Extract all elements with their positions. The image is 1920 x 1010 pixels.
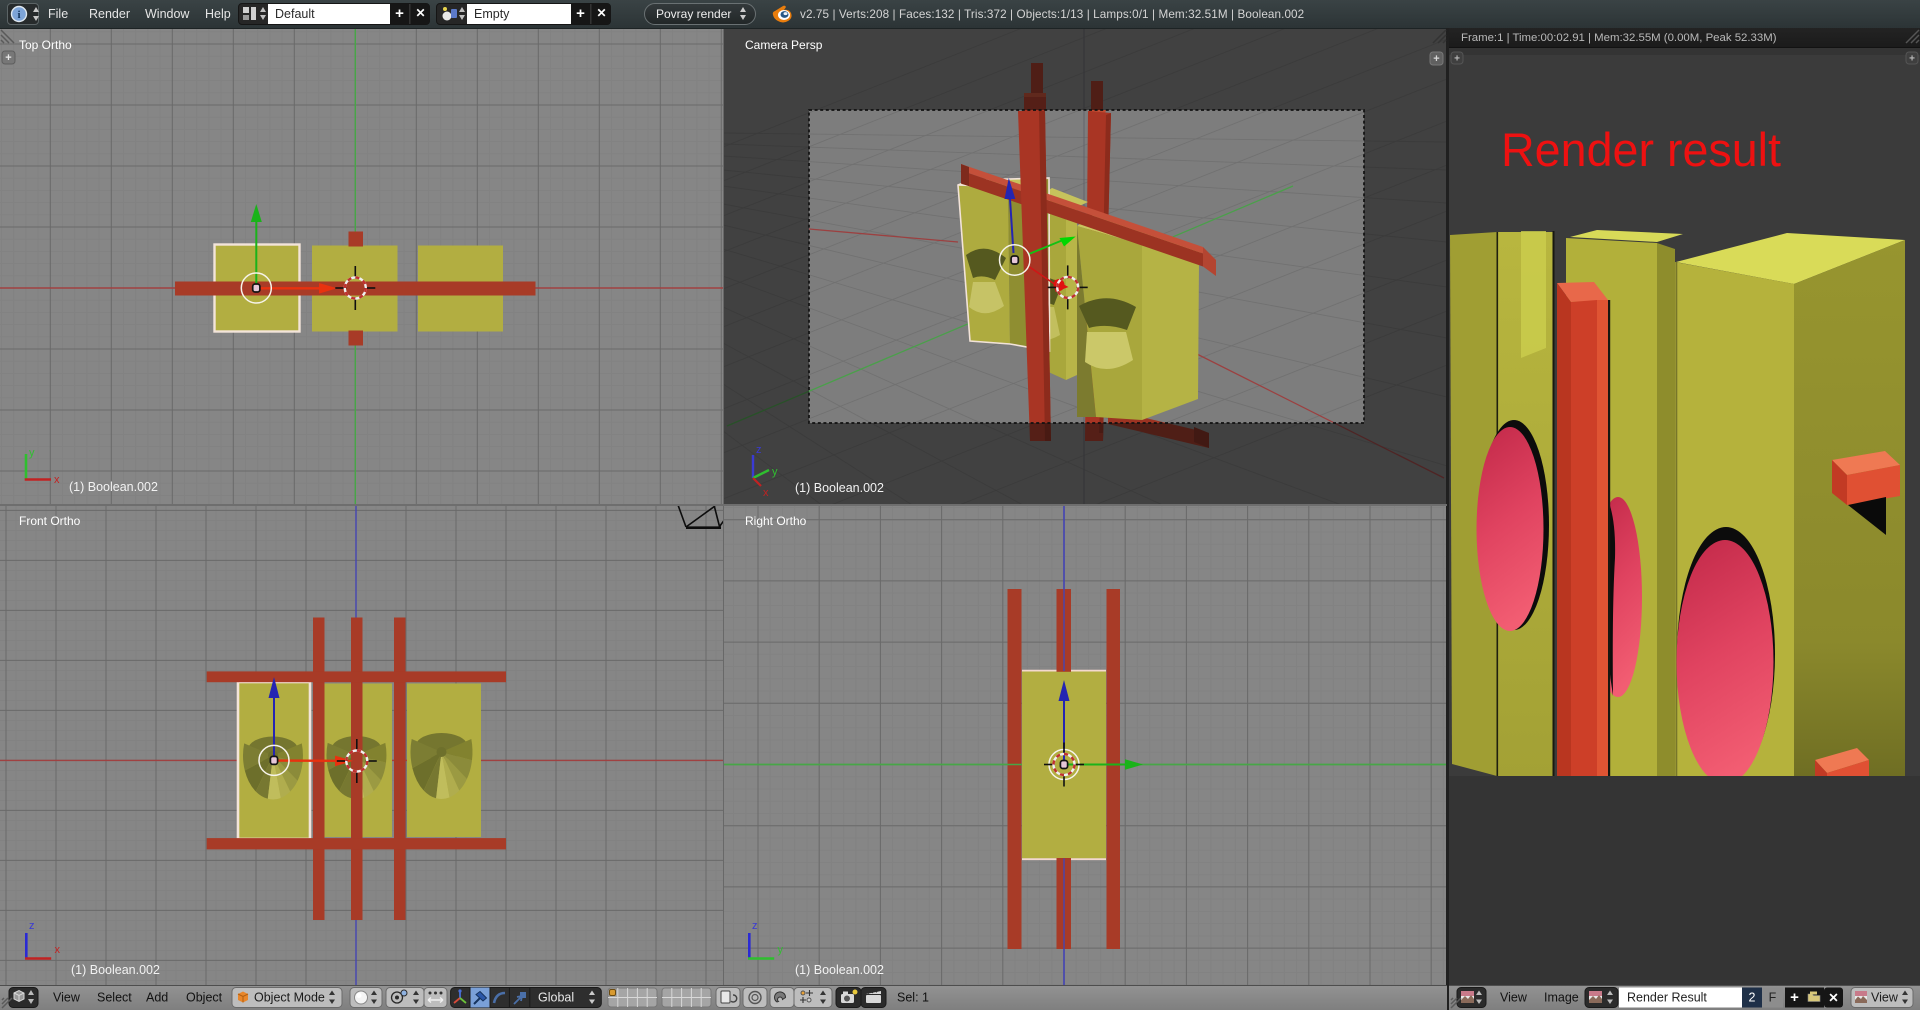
svg-text:i: i — [17, 9, 20, 21]
svg-text:Image: Image — [1544, 991, 1579, 1005]
svg-text:z: z — [756, 444, 762, 456]
svg-text:Sel: 1: Sel: 1 — [897, 991, 929, 1005]
svg-text:View: View — [53, 991, 81, 1005]
svg-text:View: View — [1871, 991, 1899, 1005]
svg-text:(1) Boolean.002: (1) Boolean.002 — [795, 481, 884, 495]
svg-text:F: F — [1769, 991, 1777, 1005]
svg-text:y: y — [772, 466, 778, 478]
svg-text:+: + — [1433, 53, 1439, 65]
svg-text:Object: Object — [186, 991, 223, 1005]
svg-text:z: z — [29, 920, 35, 932]
svg-text:✕: ✕ — [1828, 991, 1838, 1005]
svg-text:Camera Persp: Camera Persp — [745, 38, 823, 52]
svg-text:z: z — [752, 920, 758, 932]
svg-text:Right Ortho: Right Ortho — [745, 514, 807, 528]
svg-text:x: x — [763, 487, 769, 499]
svg-text:(1) Boolean.002: (1) Boolean.002 — [71, 963, 160, 977]
svg-text:y: y — [778, 944, 784, 956]
svg-text:x: x — [54, 474, 60, 486]
svg-text:Object Mode: Object Mode — [254, 991, 325, 1005]
svg-text:+: + — [1790, 989, 1799, 1006]
svg-text:+: + — [5, 52, 11, 64]
svg-text:Top Ortho: Top Ortho — [19, 38, 72, 52]
svg-text:Global: Global — [538, 991, 574, 1005]
svg-text:y: y — [29, 447, 35, 459]
svg-text:x: x — [55, 944, 61, 956]
svg-text:2: 2 — [1749, 991, 1756, 1005]
svg-text:View: View — [1500, 991, 1528, 1005]
svg-text:+: + — [1454, 54, 1460, 65]
svg-text:Front Ortho: Front Ortho — [19, 514, 81, 528]
svg-text:(1) Boolean.002: (1) Boolean.002 — [69, 480, 158, 494]
svg-text:Render result: Render result — [1501, 123, 1781, 176]
svg-text:+: + — [1909, 54, 1915, 65]
svg-text:Add: Add — [146, 991, 168, 1005]
svg-text:Render Result: Render Result — [1627, 991, 1707, 1005]
svg-text:Select: Select — [97, 991, 132, 1005]
svg-text:(1) Boolean.002: (1) Boolean.002 — [795, 963, 884, 977]
